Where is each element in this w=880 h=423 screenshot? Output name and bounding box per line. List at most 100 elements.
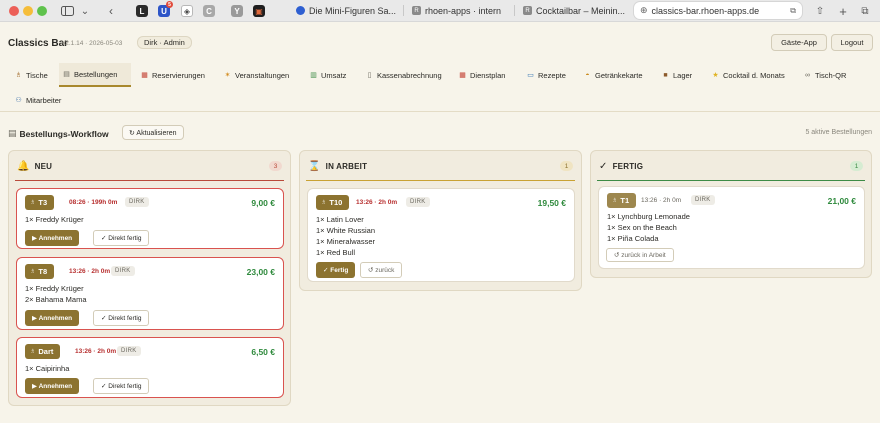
- extension-l-icon[interactable]: L: [136, 5, 148, 17]
- nav-item-mitarbeiter[interactable]: ⚇ Mitarbeiter: [11, 88, 64, 112]
- browser-tab-1[interactable]: Die Mini-Figuren Sa...: [290, 2, 400, 19]
- nav-item-veranstaltungen[interactable]: ✶ Veranstaltungen: [220, 63, 292, 87]
- browser-tab-3[interactable]: R Cocktailbar – Meinin...: [517, 2, 629, 19]
- extension-y-icon[interactable]: Y: [231, 5, 243, 17]
- nav-item-getraenkekarte[interactable]: ◓ Getränkekarte: [580, 63, 646, 87]
- order-items: 1× Freddy Krüger: [25, 214, 84, 225]
- direct-done-button[interactable]: ✓ Direkt fertig: [93, 378, 150, 394]
- column-title: FERTIG: [612, 161, 644, 171]
- nav-label: Lager: [673, 70, 693, 80]
- tab-favicon-icon: R: [523, 6, 532, 15]
- order-price: 21,00 €: [827, 196, 856, 206]
- nav-item-umsatz[interactable]: ▥ Umsatz: [306, 63, 349, 87]
- order-time: 13:26 · 2h 0m: [75, 348, 117, 355]
- order-price: 6,50 €: [251, 347, 275, 357]
- done-button[interactable]: ✓ Fertig: [316, 262, 356, 278]
- back-arrow-icon[interactable]: ‹: [106, 4, 116, 18]
- extension-fire-icon[interactable]: ▣: [253, 5, 265, 17]
- logout-button[interactable]: Logout: [831, 34, 873, 51]
- order-card-t1[interactable]: ♗ T1 13:26 · 2h 0m DIRK 21,00 € 1× Lynchb…: [598, 186, 865, 269]
- order-card-t10[interactable]: ♗ T10 13:26 · 2h 0m DIRK 19,50 € 1× Latin…: [307, 188, 575, 282]
- column-count-badge: 3: [269, 161, 282, 171]
- order-time: 13:26 · 2h 0m: [69, 268, 111, 275]
- party-icon: ✶: [224, 72, 231, 79]
- nav-label: Tisch-QR: [815, 70, 847, 80]
- chart-icon: ▥: [310, 72, 317, 79]
- order-item: 1× Freddy Krüger: [25, 284, 84, 293]
- order-item: 1× Red Bull: [316, 248, 355, 257]
- staff-tag: DIRK: [691, 195, 715, 205]
- order-item: 1× Piña Colada: [607, 234, 659, 243]
- browser-tab-2[interactable]: R rhoen-apps · intern: [406, 2, 511, 19]
- back-to-work-button[interactable]: ↺ zurück in Arbeit: [606, 248, 674, 262]
- table-label: Dart: [38, 347, 54, 356]
- order-item: 1× Sex on the Beach: [607, 223, 677, 232]
- table-badge: ♗ T1: [607, 193, 637, 208]
- clipboard-icon: ▤: [63, 71, 70, 78]
- column-header: ✓ FERTIG: [591, 151, 871, 181]
- tab-overview-icon[interactable]: ⧉: [859, 5, 871, 17]
- book-icon: ▭: [527, 72, 534, 79]
- direct-done-button[interactable]: ✓ Direkt fertig: [93, 310, 150, 326]
- maximize-window-button[interactable]: [37, 6, 47, 16]
- table-icon: ♗: [15, 72, 22, 79]
- sidebar-toggle-icon[interactable]: [60, 5, 74, 17]
- back-button[interactable]: ↺ zurück: [360, 262, 403, 278]
- order-time: 13:26 · 2h 0m: [356, 199, 398, 206]
- chevron-down-icon[interactable]: ⌄: [80, 5, 90, 17]
- new-tab-plus-icon[interactable]: +: [838, 4, 848, 19]
- nav-item-tisch-qr[interactable]: ∞ Tisch-QR: [800, 63, 849, 87]
- staff-tag: DIRK: [111, 266, 135, 276]
- nav-label: Rezepte: [538, 70, 566, 80]
- table-icon: ♗: [30, 200, 36, 206]
- order-card-dart[interactable]: ♗ Dart 13:26 · 2h 0m DIRK 6,50 € 1× Caipi…: [16, 337, 284, 398]
- app-header: Classics Bar v2.1.14 · 2026-05-03 Dirk ·…: [0, 22, 880, 62]
- close-window-button[interactable]: [9, 6, 19, 16]
- order-card-t8[interactable]: ♗ T8 13:26 · 2h 0m DIRK 23,00 € 1× Freddy…: [16, 257, 284, 330]
- tab-favicon-icon: R: [412, 6, 421, 15]
- order-item: 2× Bahama Mama: [25, 295, 87, 304]
- link-icon: ∞: [805, 71, 810, 79]
- address-bar-url[interactable]: classics-bar.rhoen-apps.de: [652, 6, 760, 16]
- people-icon: ⚇: [15, 97, 22, 104]
- nav-label: Umsatz: [321, 70, 347, 80]
- direct-done-button[interactable]: ✓ Direkt fertig: [93, 230, 150, 246]
- order-items: 1× Freddy Krüger 2× Bahama Mama: [25, 283, 87, 305]
- order-item: 1× Lynchburg Lemonade: [607, 212, 690, 221]
- version-label: v2.1.14 · 2026-05-03: [62, 40, 123, 47]
- tab-title: rhoen-apps · intern: [425, 5, 502, 16]
- table-badge: ♗ T8: [25, 264, 55, 279]
- extension-shield-icon[interactable]: ◈: [181, 5, 193, 17]
- browser-tab-active[interactable]: ⊕ classics-bar.rhoen-apps.de ⧉: [634, 2, 802, 19]
- extension-c-icon[interactable]: C: [203, 5, 215, 17]
- tab-copy-icon[interactable]: ⧉: [790, 6, 796, 16]
- table-label: T10: [329, 198, 343, 207]
- order-card-t3[interactable]: ♗ T3 08:26 · 199h 0m DIRK 9,00 € 1× Fredd…: [16, 188, 284, 249]
- staff-tag: DIRK: [406, 197, 430, 207]
- share-icon[interactable]: ⇧: [815, 5, 825, 17]
- accept-button[interactable]: ▶ Annehmen: [25, 310, 80, 326]
- column-divider: [306, 180, 575, 181]
- schedule-icon: ▦: [459, 72, 466, 79]
- nav-item-reservierungen[interactable]: ▦ Reservierungen: [137, 63, 208, 87]
- accept-button[interactable]: ▶ Annehmen: [25, 230, 80, 246]
- nav-item-dienstplan[interactable]: ▦ Dienstplan: [455, 63, 508, 87]
- nav-item-rezepte[interactable]: ▭ Rezepte: [523, 63, 569, 87]
- nav-label: Veranstaltungen: [235, 70, 290, 80]
- order-item: 1× White Russian: [316, 226, 375, 235]
- order-item: 1× Freddy Krüger: [25, 215, 84, 224]
- minimize-window-button[interactable]: [23, 6, 33, 16]
- accept-button[interactable]: ▶ Annehmen: [25, 378, 80, 394]
- guest-app-button[interactable]: Gäste-App: [771, 34, 827, 51]
- hourglass-icon: ⌛: [308, 160, 321, 172]
- nav-item-kassenabrechnung[interactable]: ▯ Kassenabrechnung: [362, 63, 445, 87]
- nav-item-lager[interactable]: ■ Lager: [658, 63, 695, 87]
- clipboard-icon: ▤: [8, 128, 17, 138]
- nav-label: Dienstplan: [470, 70, 506, 80]
- nav-item-tische[interactable]: ♗ Tische: [11, 63, 51, 87]
- nav-item-bestellungen[interactable]: ▤ Bestellungen: [59, 63, 131, 87]
- globe-icon: ⊕: [640, 5, 648, 15]
- refresh-button[interactable]: ↻ Aktualisieren: [122, 125, 184, 140]
- table-label: T8: [38, 267, 48, 276]
- nav-item-cocktail-des-monats[interactable]: ★ Cocktail d. Monats: [708, 63, 788, 87]
